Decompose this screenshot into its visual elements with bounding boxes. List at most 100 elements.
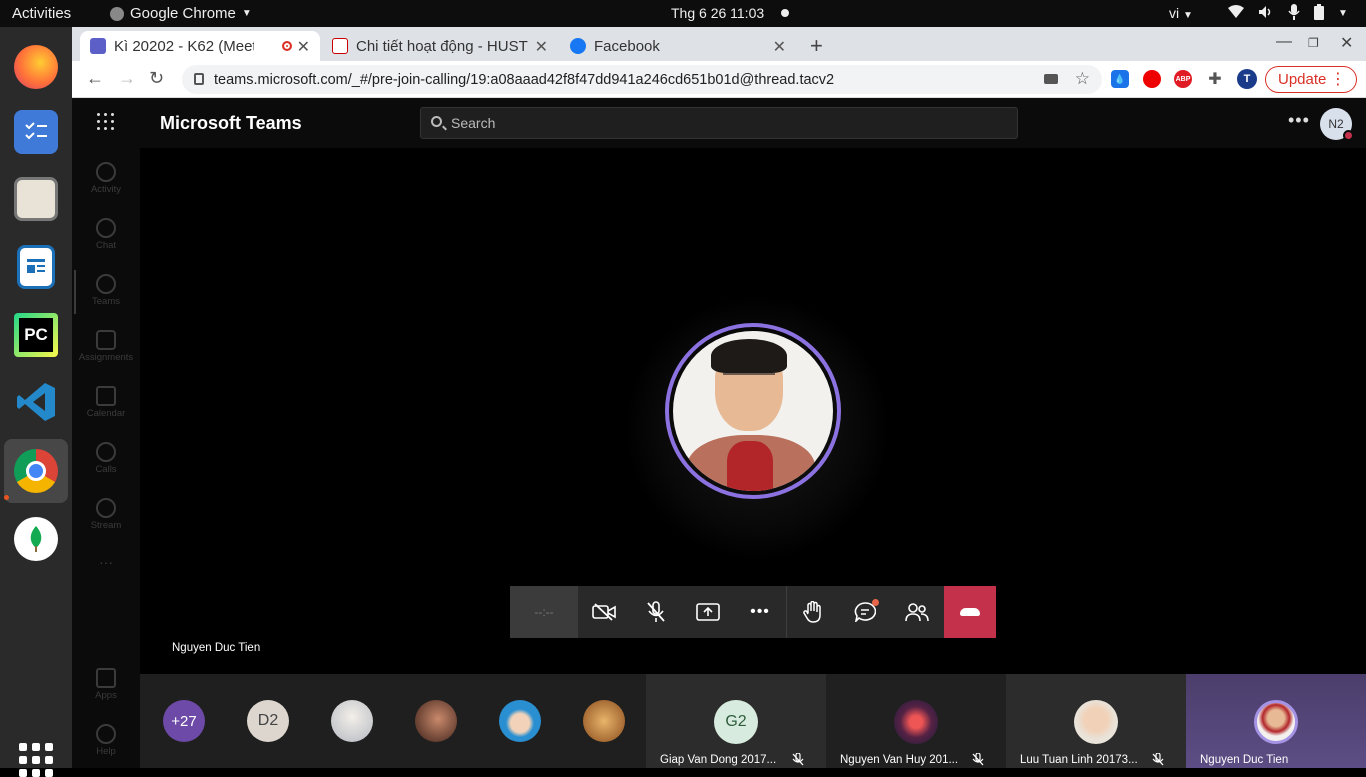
close-tab-icon[interactable]: ✕ xyxy=(297,37,310,57)
dock-tasks[interactable] xyxy=(4,100,68,164)
participant-avatar xyxy=(1254,700,1298,744)
dock-firefox[interactable] xyxy=(4,35,68,99)
rail-label: Stream xyxy=(90,520,122,531)
participant-avatar[interactable] xyxy=(499,700,541,742)
profile-avatar[interactable]: T xyxy=(1237,69,1257,89)
bell-icon xyxy=(96,162,116,182)
new-tab-icon[interactable]: + xyxy=(810,33,823,59)
mic-toggle-button[interactable] xyxy=(630,586,682,638)
forward-icon[interactable]: → xyxy=(118,68,136,89)
facebook-favicon-icon xyxy=(570,38,586,54)
caret-down-icon: ▼ xyxy=(1338,8,1348,19)
close-window-icon[interactable]: ✕ xyxy=(1340,33,1353,53)
teams-app-bar: Activity Chat Teams Assignments Calendar… xyxy=(72,148,140,768)
browser-tab-hust[interactable]: Chi tiết hoạt động - HUST ✕ xyxy=(322,31,558,61)
caret-down-icon: ▼ xyxy=(241,8,252,19)
search-placeholder: Search xyxy=(451,115,496,131)
apps-icon xyxy=(96,668,116,688)
camera-toggle-button[interactable] xyxy=(578,586,630,638)
restore-icon[interactable]: ❐ xyxy=(1308,36,1319,50)
dock-mongodb[interactable] xyxy=(4,507,68,571)
extension-drop-icon[interactable]: 💧 xyxy=(1111,70,1129,88)
help-icon xyxy=(96,724,116,744)
rail-item-calendar[interactable]: Calendar xyxy=(72,376,140,432)
more-options-icon[interactable]: ••• xyxy=(1288,110,1310,131)
close-tab-icon[interactable]: ✕ xyxy=(773,37,786,57)
participant-name: Luu Tuan Linh 20173... xyxy=(1020,754,1138,766)
share-tray-icon xyxy=(696,603,720,621)
rail-label: Calls xyxy=(95,464,117,475)
reload-icon[interactable]: ↻ xyxy=(149,68,164,89)
show-conversation-button[interactable] xyxy=(839,586,891,638)
dock-pycharm[interactable]: PC xyxy=(4,303,68,367)
url-text: teams.microsoft.com/_#/pre-join-calling/… xyxy=(214,71,835,88)
app-menu[interactable]: Google Chrome ▼ xyxy=(110,5,252,22)
rail-item-apps[interactable]: Apps xyxy=(72,658,140,714)
rail-item-help[interactable]: Help xyxy=(72,714,140,770)
participant-tile[interactable]: Luu Tuan Linh 20173... xyxy=(1006,674,1186,768)
more-actions-button[interactable]: ••• xyxy=(734,586,786,638)
rail-item-activity[interactable]: Activity xyxy=(72,152,140,208)
show-participants-button[interactable] xyxy=(891,586,943,638)
system-tray[interactable]: ▼ xyxy=(1228,4,1348,23)
chrome-icon xyxy=(14,449,58,493)
minimize-icon[interactable]: — xyxy=(1276,33,1292,51)
participant-tile[interactable]: Nguyen Van Huy 201... xyxy=(826,674,1006,768)
chrome-small-icon xyxy=(110,6,124,21)
rail-item-calls[interactable]: Calls xyxy=(72,432,140,488)
tab-title: Kì 20202 - K62 (Meeting xyxy=(114,37,254,55)
activities-button[interactable]: Activities xyxy=(12,5,71,22)
participant-avatar[interactable] xyxy=(331,700,373,742)
language-label: vi xyxy=(1169,5,1180,21)
raise-hand-button[interactable] xyxy=(787,586,839,638)
rail-item-stream[interactable]: Stream xyxy=(72,488,140,544)
extensions-puzzle-icon[interactable]: ✚ xyxy=(1206,70,1224,88)
close-tab-icon[interactable]: ✕ xyxy=(535,37,548,57)
back-icon[interactable]: ← xyxy=(86,68,104,89)
more-participants-button[interactable]: +27 xyxy=(163,700,205,742)
browser-tab-facebook[interactable]: Facebook ✕ xyxy=(560,31,796,61)
camera-blocked-icon[interactable] xyxy=(1044,74,1058,84)
search-icon xyxy=(431,116,442,127)
user-initials: N2 xyxy=(1328,117,1344,131)
update-button[interactable]: Update ⋮ xyxy=(1265,66,1357,93)
participant-avatar[interactable] xyxy=(415,700,457,742)
self-participant-tile[interactable]: Nguyen Duc Tien xyxy=(1186,674,1366,768)
active-speaker-avatar[interactable] xyxy=(665,323,841,499)
show-applications-icon[interactable] xyxy=(19,743,53,777)
rail-item-chat[interactable]: Chat xyxy=(72,208,140,264)
dock-files[interactable] xyxy=(4,167,68,231)
app-title: Microsoft Teams xyxy=(160,113,302,133)
rail-label: Help xyxy=(96,746,116,757)
participant-avatar[interactable] xyxy=(583,700,625,742)
dock-writer[interactable] xyxy=(4,235,68,299)
participant-avatar[interactable]: D2 xyxy=(247,700,289,742)
dock-vscode[interactable] xyxy=(4,370,68,434)
address-bar[interactable]: teams.microsoft.com/_#/pre-join-calling/… xyxy=(182,65,1102,94)
search-input[interactable]: Search xyxy=(420,107,1018,139)
unread-badge-icon xyxy=(872,599,879,606)
notification-dot-icon xyxy=(781,9,789,17)
bookmark-star-icon[interactable]: ☆ xyxy=(1075,69,1090,89)
rail-item-teams[interactable]: Teams xyxy=(72,264,140,320)
participant-avatar xyxy=(894,700,938,744)
app-launcher-icon[interactable] xyxy=(97,113,114,130)
participant-strip: +27 D2 G2 Giap Van Dong 2017... Nguyen V… xyxy=(140,674,1366,768)
microphone-icon xyxy=(1288,4,1300,23)
leave-call-button[interactable] xyxy=(944,586,996,638)
rail-label: Chat xyxy=(95,240,117,251)
app-menu-label: Google Chrome xyxy=(130,5,236,22)
rail-more[interactable]: ··· xyxy=(72,554,140,578)
adblock-plus-icon[interactable]: ABP xyxy=(1174,70,1192,88)
extension-hand-icon[interactable] xyxy=(1143,70,1161,88)
participant-tile[interactable]: G2 Giap Van Dong 2017... xyxy=(646,674,826,768)
pycharm-logo-box: PC xyxy=(19,318,53,352)
call-timer: --:-- xyxy=(510,586,578,638)
dock-chrome[interactable] xyxy=(4,439,68,503)
rail-item-assignments[interactable]: Assignments xyxy=(72,320,140,376)
share-screen-button[interactable] xyxy=(682,586,734,638)
user-avatar[interactable]: N2 xyxy=(1320,108,1354,141)
language-indicator[interactable]: vi ▼ xyxy=(1169,5,1193,21)
clock[interactable]: Thg 6 26 11:03 xyxy=(671,5,764,21)
browser-tab-teams[interactable]: Kì 20202 - K62 (Meeting ✕ xyxy=(80,31,320,61)
